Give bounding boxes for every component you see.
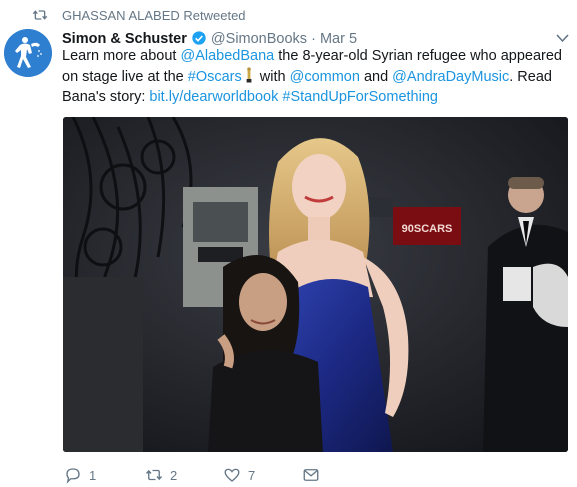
separator-dot: · (311, 31, 316, 47)
tweet-text-segment: with (255, 68, 290, 85)
hashtag-oscars[interactable]: #Oscars (188, 69, 242, 85)
avatar[interactable] (4, 29, 52, 77)
heart-icon (224, 468, 240, 482)
tweet-photo[interactable]: 90SCARS (63, 117, 568, 452)
verified-badge-icon (192, 31, 206, 45)
retweet-context-label: GHASSAN ALABED Retweeted (62, 7, 246, 23)
reply-count: 1 (89, 467, 97, 483)
tweet-text: Learn more about @AlabedBana the 8-year-… (62, 46, 567, 108)
photo-illustration: 90SCARS (63, 117, 568, 452)
retweet-count: 2 (170, 467, 178, 483)
sower-logo-icon (4, 29, 52, 77)
link-dearworldbook[interactable]: bit.ly/dearworldbook (149, 89, 278, 105)
like-button[interactable]: 7 (223, 464, 255, 486)
author-handle[interactable]: @SimonBooks (211, 31, 307, 47)
message-icon (303, 469, 319, 481)
caret-down-icon[interactable] (556, 34, 569, 43)
author-name[interactable]: Simon & Schuster (62, 31, 187, 47)
retweet-icon (145, 469, 163, 481)
retweet-button[interactable]: 2 (145, 464, 177, 486)
tweet-text-segment: Learn more about (62, 48, 181, 64)
oscars-sign: 90SCARS (402, 223, 453, 235)
tweet-text-segment: and (359, 68, 393, 85)
reply-icon (66, 468, 80, 484)
mention-alabedbana[interactable]: @AlabedBana (181, 48, 275, 64)
like-count: 7 (248, 467, 256, 483)
mention-andradaymusic[interactable]: @AndraDayMusic (392, 69, 509, 85)
hashtag-standupforsomething[interactable]: #StandUpForSomething (282, 89, 438, 105)
tweet-actions: 1 2 7 (64, 464, 364, 486)
retweet-icon (32, 10, 48, 20)
trophy-icon (246, 66, 252, 82)
direct-message-button[interactable] (302, 464, 327, 486)
reply-button[interactable]: 1 (64, 464, 96, 486)
tweet-date[interactable]: Mar 5 (320, 31, 357, 47)
mention-common[interactable]: @common (290, 69, 360, 85)
retweet-context[interactable]: GHASSAN ALABED Retweeted (32, 6, 246, 24)
